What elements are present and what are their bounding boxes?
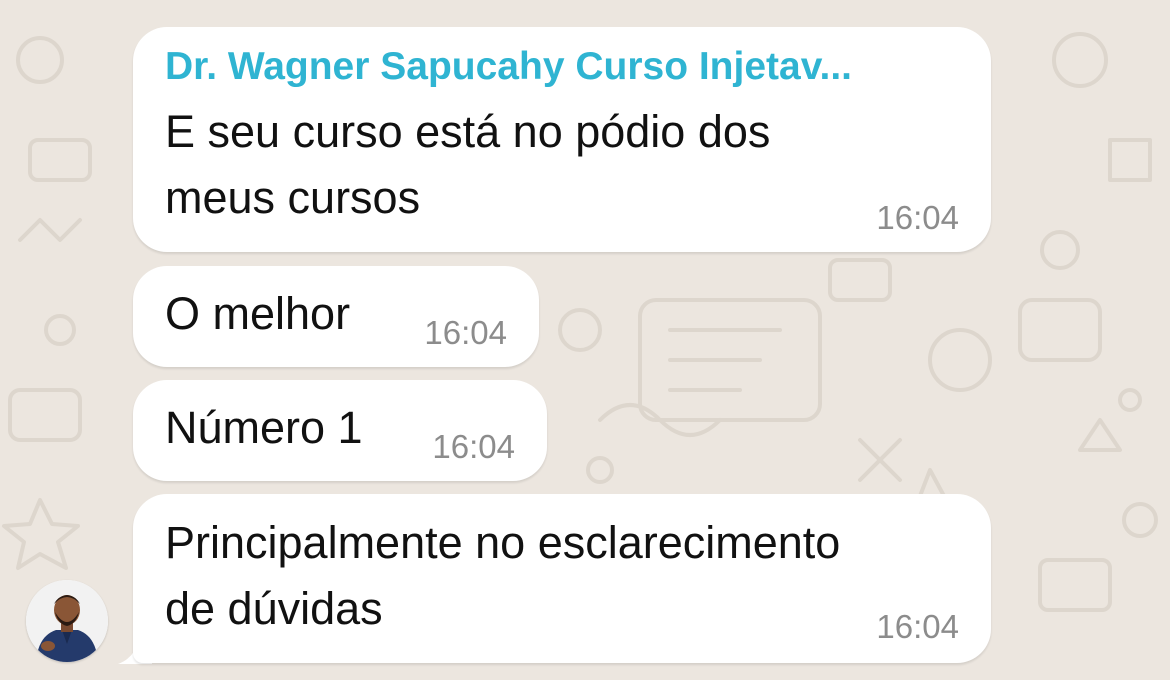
message-timestamp: 16:04 [876, 608, 959, 645]
message-bubble[interactable]: Número 1 16:04 [133, 380, 547, 481]
sender-avatar[interactable] [26, 580, 108, 662]
message-timestamp: 16:04 [432, 428, 515, 465]
message-text-line: Número 1 [165, 402, 363, 453]
message-text-line: E seu curso está no pódio dos [165, 106, 771, 157]
message-timestamp: 16:04 [876, 199, 959, 236]
message-bubble[interactable]: Principalmente no esclarecimento de dúvi… [133, 494, 991, 663]
sender-avatar-photo-icon [26, 580, 108, 662]
message-text-line: meus cursos [165, 172, 421, 223]
sender-name[interactable]: Dr. Wagner Sapucahy Curso Injetav... [165, 45, 852, 89]
message-timestamp: 16:04 [424, 314, 507, 351]
message-bubble[interactable]: O melhor 16:04 [133, 266, 539, 367]
message-text-line: O melhor [165, 288, 351, 339]
message-bubble[interactable]: Dr. Wagner Sapucahy Curso Injetav... E s… [133, 27, 991, 252]
message-text-line: de dúvidas [165, 583, 383, 634]
message-text-line: Principalmente no esclarecimento [165, 517, 841, 568]
